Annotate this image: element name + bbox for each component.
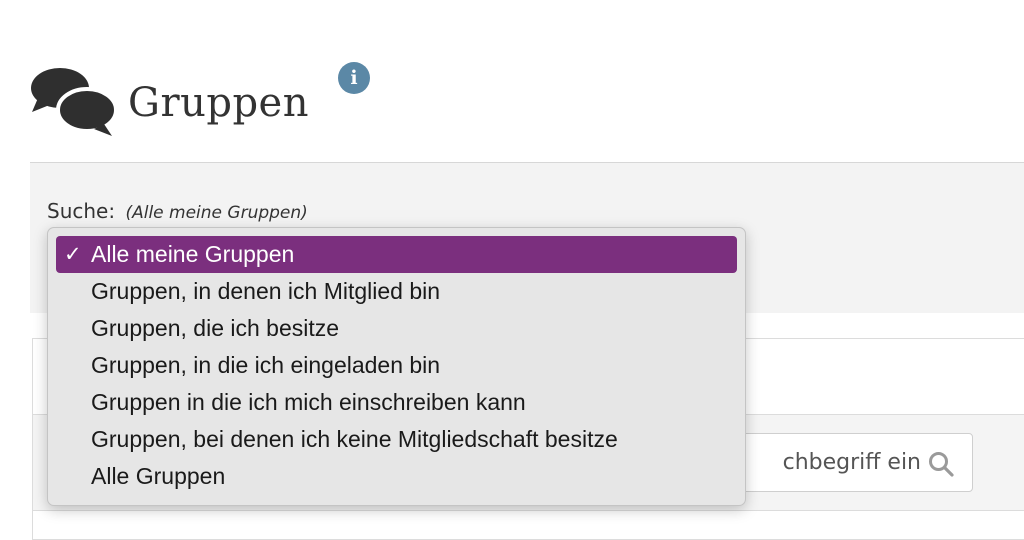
search-filter-label: Suche: (Alle meine Gruppen) xyxy=(47,199,308,223)
dropdown-option[interactable]: Gruppen, in denen ich Mitglied bin xyxy=(56,273,737,310)
search-label-text: Suche: xyxy=(47,199,116,223)
dropdown-option[interactable]: Gruppen, in die ich eingeladen bin xyxy=(56,347,737,384)
dropdown-option[interactable]: Gruppen in die ich mich einschreiben kan… xyxy=(56,384,737,421)
info-icon[interactable]: i xyxy=(338,62,370,94)
card-bottom-divider xyxy=(32,510,1024,511)
dropdown-option-label: Alle Gruppen xyxy=(91,463,226,489)
speech-bubbles-icon xyxy=(31,68,116,136)
dropdown-option[interactable]: Gruppen, bei denen ich keine Mitgliedsch… xyxy=(56,421,737,458)
dropdown-option[interactable]: ✓ Alle meine Gruppen xyxy=(56,236,737,273)
search-current-filter: (Alle meine Gruppen) xyxy=(125,203,308,223)
dropdown-option-label: Alle meine Gruppen xyxy=(91,241,295,267)
dropdown-option[interactable]: Gruppen, die ich besitze xyxy=(56,310,737,347)
dropdown-option-label: Gruppen in die ich mich einschreiben kan… xyxy=(91,389,526,415)
checkmark-icon: ✓ xyxy=(64,242,82,266)
search-icon[interactable] xyxy=(928,451,954,477)
page-title: Gruppen xyxy=(128,80,309,126)
filter-dropdown-menu[interactable]: ✓ Alle meine Gruppen Gruppen, in denen ich… xyxy=(47,227,746,506)
dropdown-option-label: Gruppen, in denen ich Mitglied bin xyxy=(91,278,441,304)
dropdown-option-label: Gruppen, in die ich eingeladen bin xyxy=(91,352,441,378)
dropdown-option-label: Gruppen, die ich besitze xyxy=(91,315,340,341)
dropdown-option-label: Gruppen, bei denen ich keine Mitgliedsch… xyxy=(91,426,618,452)
dropdown-option[interactable]: Alle Gruppen xyxy=(56,458,737,495)
